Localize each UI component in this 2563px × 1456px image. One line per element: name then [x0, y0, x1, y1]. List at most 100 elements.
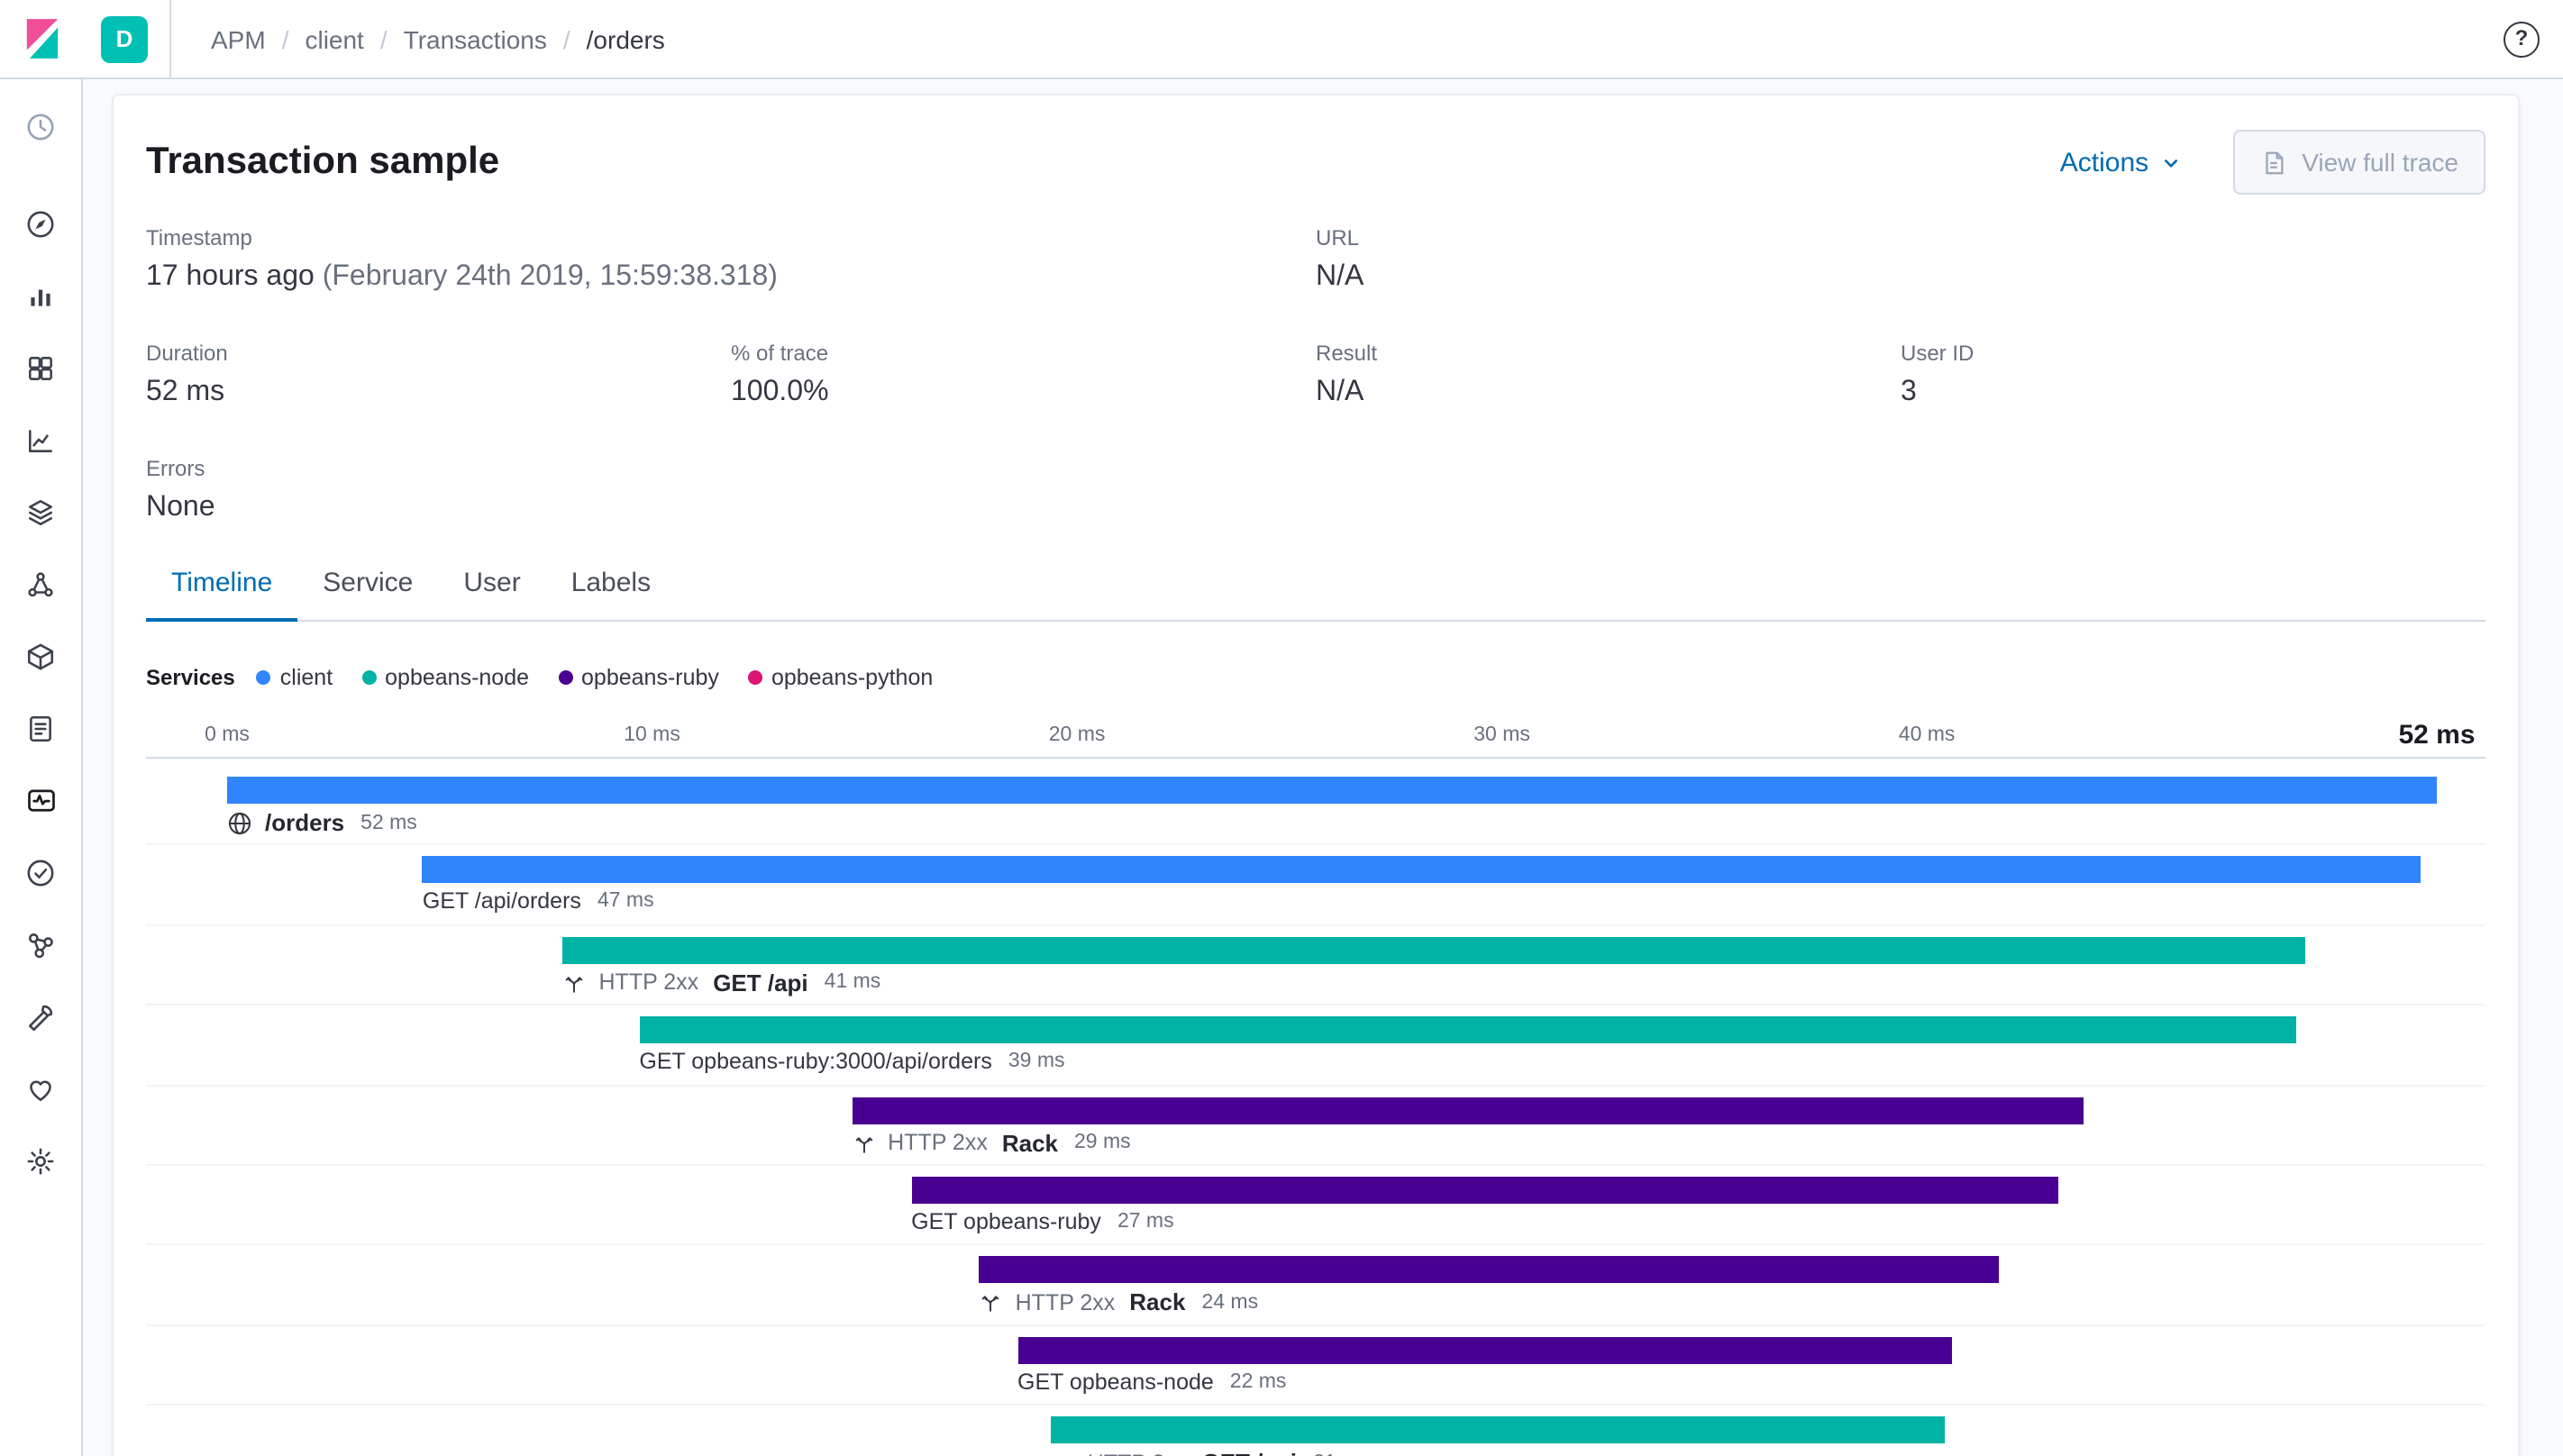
breadcrumb-item[interactable]: client: [305, 24, 363, 53]
waterfall-item-duration: 41 ms: [824, 971, 881, 994]
waterfall-track: GET opbeans-node 22 ms: [227, 1325, 2437, 1404]
legend-label: opbeans-python: [771, 665, 934, 690]
legend-item-opbeans-node[interactable]: opbeans-node: [361, 665, 529, 690]
field-value: 52 ms: [146, 377, 225, 407]
waterfall-item-duration: 52 ms: [360, 812, 417, 833]
span-result-prefix: HTTP 2xx: [888, 1130, 988, 1156]
top-header: D APM / client / Transactions / /orders ?: [0, 0, 2563, 79]
waterfall-row[interactable]: HTTP 2xx Rack 29 ms: [146, 1086, 2485, 1166]
logs-icon: [30, 714, 51, 742]
legend-label: client: [279, 665, 333, 690]
kibana-logo[interactable]: [0, 16, 83, 61]
sidebar-item-machine-learning[interactable]: [8, 548, 73, 620]
sidebar-item-discover[interactable]: [8, 187, 73, 259]
graph-icon: [29, 933, 53, 958]
waterfall-label: HTTP 2xx Rack 24 ms: [980, 1289, 1258, 1316]
help-icon[interactable]: ?: [2504, 21, 2540, 57]
axis-tick: 30 ms: [1473, 723, 1530, 745]
waterfall-track: HTTP 2xx GET /api 41 ms: [227, 926, 2437, 1005]
tab-timeline[interactable]: Timeline: [146, 550, 298, 622]
waterfall-bar[interactable]: [1051, 1416, 1944, 1444]
field-value: N/A: [1316, 261, 1364, 292]
sidebar-item-dashboard[interactable]: [8, 332, 73, 404]
field-label: Timestamp: [146, 225, 252, 250]
tab-user[interactable]: User: [438, 550, 545, 620]
waterfall-bar[interactable]: [852, 1097, 2084, 1124]
legend-dot: [361, 670, 377, 685]
waterfall-item-duration: 22 ms: [1229, 1370, 1287, 1393]
sidebar-item-management[interactable]: [8, 1124, 73, 1197]
breadcrumb-item[interactable]: APM: [211, 24, 266, 53]
legend-dot: [256, 670, 271, 685]
dev-tools-icon: [29, 1004, 53, 1031]
sidebar-item-dev-tools[interactable]: [8, 980, 73, 1052]
services-legend: Services client opbeans-node opbeans-ruby o…: [146, 665, 2485, 690]
sidebar-item-logs[interactable]: [8, 692, 73, 764]
field-label: User ID: [1901, 341, 1975, 366]
field-value: 3: [1901, 377, 1917, 407]
sidebar-item-timelion[interactable]: [8, 404, 73, 476]
waterfall-bar[interactable]: [422, 856, 2421, 884]
waterfall-item-name: GET /api: [713, 969, 808, 996]
tab-labels[interactable]: Labels: [546, 550, 676, 620]
kibana-apm-app: D APM / client / Transactions / /orders ? Tran…: [0, 0, 2563, 1456]
sidebar: [0, 79, 83, 1456]
field-duration: Duration 52 ms: [146, 341, 731, 409]
waterfall-row[interactable]: HTTP 2xx Rack 24 ms: [146, 1246, 2485, 1326]
waterfall-item-name: GET /api/orders: [422, 888, 581, 915]
sidebar-item-monitoring[interactable]: [8, 1052, 73, 1124]
field-label: URL: [1316, 225, 1360, 250]
chevron-down-icon: [2165, 159, 2178, 167]
sidebar-item-uptime[interactable]: [8, 836, 73, 908]
waterfall-row[interactable]: HTTP 2xx GET /api 41 ms: [146, 926, 2485, 1006]
legend-label: opbeans-node: [385, 665, 530, 690]
breadcrumb-separator: /: [562, 24, 570, 53]
waterfall-row[interactable]: GET /api/orders 47 ms: [146, 846, 2485, 926]
sidebar-item-apm[interactable]: [8, 764, 73, 836]
waterfall-bar[interactable]: [562, 936, 2305, 964]
axis-tick: 10 ms: [624, 723, 680, 745]
waterfall-bar[interactable]: [1017, 1336, 1953, 1364]
waterfall-rows: /orders 52 ms GET /api/orders 47 ms HTTP 2xx…: [146, 759, 2485, 1456]
space-avatar[interactable]: D: [101, 15, 148, 62]
waterfall-bar[interactable]: [911, 1176, 2059, 1204]
waterfall-row[interactable]: /orders 52 ms: [146, 766, 2485, 846]
waterfall-row[interactable]: GET opbeans-node 22 ms: [146, 1325, 2485, 1406]
waterfall-row[interactable]: GET opbeans-ruby:3000/api/orders 39 ms: [146, 1006, 2485, 1087]
waterfall-item-duration: 29 ms: [1074, 1132, 1131, 1154]
sidebar-item-graph[interactable]: [8, 908, 73, 980]
monitoring-icon: [30, 1079, 51, 1100]
waterfall-row[interactable]: GET opbeans-ruby 27 ms: [146, 1166, 2485, 1246]
tab-service[interactable]: Service: [297, 550, 438, 620]
breadcrumb-item[interactable]: Transactions: [404, 24, 547, 53]
waterfall-label: /orders 52 ms: [227, 809, 417, 836]
waterfall-item-name: GET opbeans-ruby: [911, 1208, 1101, 1234]
waterfall-track: GET /api/orders 47 ms: [227, 846, 2437, 924]
view-full-trace-button[interactable]: View full trace: [2233, 130, 2485, 195]
field-value: 17 hours ago (February 24th 2019, 15:59:…: [146, 261, 778, 292]
waterfall-timeline: 0 ms 10 ms 20 ms 30 ms 40 ms 52 ms /orders 52 …: [146, 712, 2485, 1456]
sidebar-item-recently-viewed[interactable]: [8, 101, 73, 151]
waterfall-bar[interactable]: [227, 777, 2437, 804]
sidebar-item-maps[interactable]: [8, 476, 73, 548]
legend-dot: [558, 670, 573, 685]
discover-icon: [27, 210, 54, 237]
waterfall-track: GET opbeans-ruby 27 ms: [227, 1166, 2437, 1244]
legend-item-client[interactable]: client: [256, 665, 333, 690]
sidebar-item-infrastructure[interactable]: [8, 620, 73, 692]
waterfall-track: HTTP 2xx Rack 29 ms: [227, 1086, 2437, 1164]
merge-icon: [1052, 1451, 1075, 1456]
legend-item-opbeans-python[interactable]: opbeans-python: [747, 665, 934, 690]
infrastructure-icon: [27, 642, 54, 669]
waterfall-bar[interactable]: [979, 1256, 2000, 1284]
span-result-prefix: HTTP 2xx: [598, 969, 699, 996]
management-icon: [27, 1147, 54, 1174]
waterfall-bar[interactable]: [639, 1016, 2297, 1044]
actions-dropdown[interactable]: Actions: [2060, 147, 2183, 177]
breadcrumb-separator: /: [281, 24, 289, 53]
sidebar-item-visualize[interactable]: [8, 259, 73, 332]
field-label: Duration: [146, 341, 228, 366]
legend-item-opbeans-ruby[interactable]: opbeans-ruby: [558, 665, 719, 690]
legend-label: opbeans-ruby: [581, 665, 719, 690]
waterfall-row[interactable]: HTTP 2xx GET /api 21 ms: [146, 1406, 2485, 1456]
